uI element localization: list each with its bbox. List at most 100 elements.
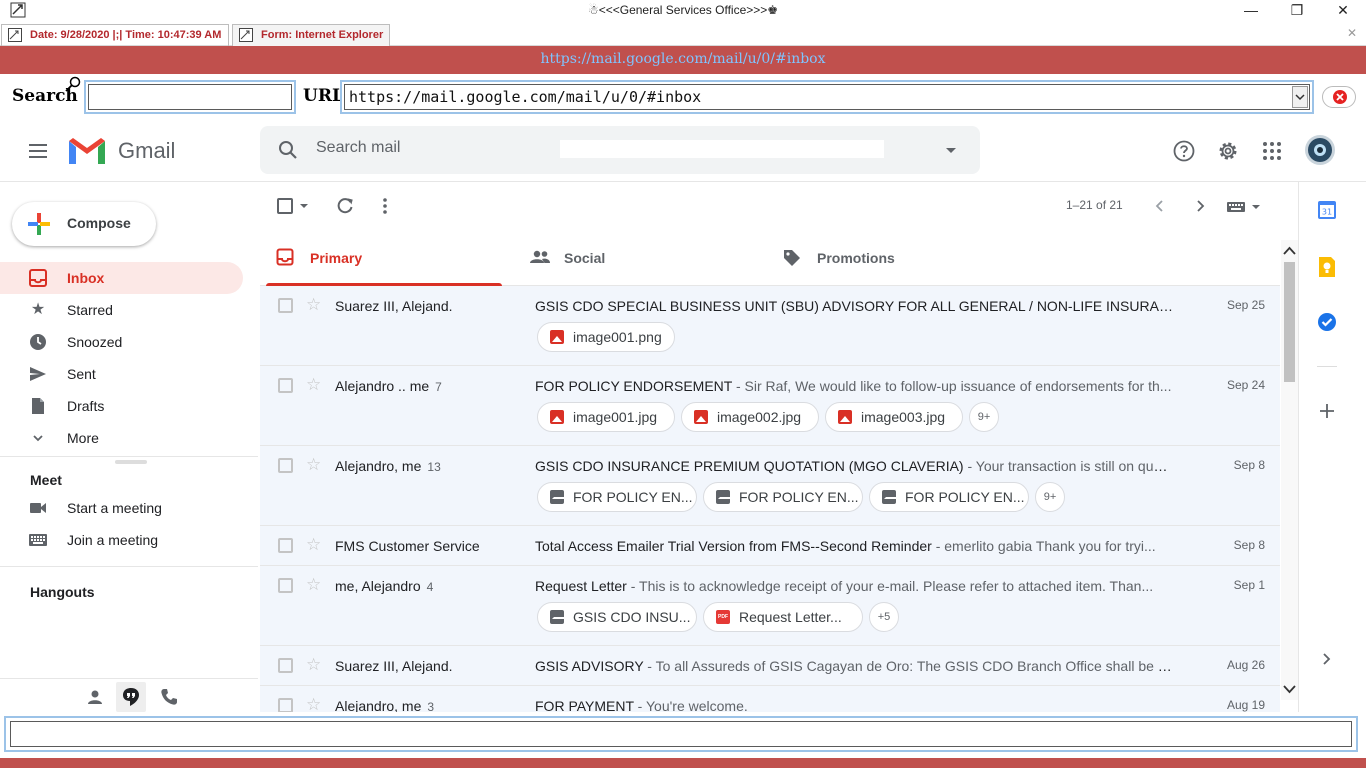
- attachment-chip[interactable]: image001.png: [537, 322, 675, 352]
- email-row[interactable]: ☆ Alejandro, me 13 GSIS CDO INSURANCE PREMI…: [260, 446, 1280, 526]
- image-file-icon: [694, 410, 708, 424]
- email-date: Sep 8: [1233, 538, 1265, 552]
- search-icon[interactable]: [278, 140, 298, 160]
- attachment-chip[interactable]: FOR POLICY EN...: [703, 482, 863, 512]
- tab-social[interactable]: Social: [513, 230, 753, 286]
- contacts-person-icon[interactable]: [86, 688, 104, 706]
- email-subject-line: FOR PAYMENT - You're welcome.: [535, 698, 1175, 712]
- scroll-down-arrow-icon[interactable]: [1281, 682, 1298, 696]
- resize-handle[interactable]: [115, 460, 147, 464]
- attachment-chip[interactable]: FOR POLICY EN...: [537, 482, 697, 512]
- star-outline-icon[interactable]: ☆: [306, 295, 321, 315]
- join-meeting-item[interactable]: Join a meeting: [0, 524, 243, 556]
- email-snippet: - Sir Raf, We would like to follow-up is…: [732, 378, 1172, 394]
- search-placeholder[interactable]: Search mail: [316, 139, 400, 157]
- settings-gear-icon[interactable]: [1216, 139, 1240, 163]
- row-checkbox[interactable]: [278, 538, 293, 553]
- account-avatar[interactable]: [1304, 134, 1336, 166]
- tab-promotions[interactable]: Promotions: [766, 230, 1006, 286]
- nav-label: More: [67, 430, 99, 446]
- url-combobox[interactable]: https://mail.google.com/mail/u/0/#inbox: [340, 80, 1314, 114]
- people-icon: [529, 248, 550, 268]
- refresh-icon[interactable]: [335, 196, 355, 216]
- close-window-button[interactable]: ✕: [1320, 0, 1366, 22]
- mail-search-box[interactable]: Search mail: [260, 126, 980, 174]
- search-input[interactable]: [84, 80, 296, 114]
- select-all-checkbox[interactable]: [277, 198, 293, 214]
- apps-grid-icon[interactable]: [1262, 141, 1282, 161]
- help-icon[interactable]: [1172, 139, 1196, 163]
- search-options-icon[interactable]: [944, 146, 958, 156]
- attachment-chip[interactable]: PDF Request Letter...: [703, 602, 863, 632]
- minimize-button[interactable]: —: [1228, 0, 1274, 22]
- row-checkbox[interactable]: [278, 378, 293, 393]
- nav-drafts[interactable]: Drafts: [0, 390, 243, 422]
- star-outline-icon[interactable]: ☆: [306, 575, 321, 595]
- tab-form-ie[interactable]: Form: Internet Explorer: [232, 24, 390, 46]
- email-row[interactable]: ☆ Suarez III, Alejand. GSIS CDO SPECIAL BU…: [260, 286, 1280, 366]
- hangouts-chat-icon[interactable]: [116, 682, 146, 712]
- url-field[interactable]: https://mail.google.com/mail/u/0/#inbox: [344, 84, 1310, 110]
- attachment-chip[interactable]: image002.jpg: [681, 402, 819, 432]
- nav-inbox[interactable]: Inbox: [0, 262, 243, 294]
- mail-list-scrollbar[interactable]: [1281, 240, 1298, 700]
- attachment-chip[interactable]: image001.jpg: [537, 402, 675, 432]
- more-attachments-badge[interactable]: 9+: [969, 402, 999, 432]
- more-attachments-badge[interactable]: +5: [869, 602, 899, 632]
- bottom-input-box[interactable]: [4, 716, 1358, 752]
- email-row[interactable]: ☆ Alejandro .. me 7 FOR POLICY ENDORSEMENT …: [260, 366, 1280, 446]
- attachment-chip[interactable]: image003.jpg: [825, 402, 963, 432]
- search-text-field[interactable]: [560, 140, 884, 158]
- phone-icon[interactable]: [160, 688, 178, 706]
- compose-button[interactable]: Compose: [12, 202, 156, 246]
- start-meeting-item[interactable]: Start a meeting: [0, 492, 243, 524]
- calendar-icon[interactable]: 31: [1317, 200, 1337, 220]
- email-row[interactable]: ☆ me, Alejandro 4 Request Letter - This is …: [260, 566, 1280, 646]
- nav-more[interactable]: More: [0, 422, 243, 454]
- add-addon-plus-icon[interactable]: [1318, 402, 1336, 420]
- tab-datetime[interactable]: Date: 9/28/2020 |;| Time: 10:47:39 AM: [1, 24, 229, 46]
- nav-label: Starred: [67, 302, 113, 318]
- star-outline-icon[interactable]: ☆: [306, 375, 321, 395]
- restore-button[interactable]: ❐: [1274, 0, 1320, 22]
- email-date: Sep 8: [1233, 458, 1265, 472]
- tab-close-icon[interactable]: ✕: [1347, 26, 1357, 40]
- star-outline-icon[interactable]: ☆: [306, 695, 321, 712]
- email-row[interactable]: ☆ Suarez III, Alejand. GSIS ADVISORY - To …: [260, 646, 1280, 686]
- tab-primary[interactable]: Primary: [260, 230, 502, 286]
- main-menu-icon[interactable]: [28, 142, 50, 160]
- url-dropdown-button[interactable]: [1292, 86, 1308, 108]
- keep-bulb-icon[interactable]: [1317, 256, 1337, 278]
- more-attachments-badge[interactable]: 9+: [1035, 482, 1065, 512]
- scrollbar-thumb[interactable]: [1284, 262, 1295, 382]
- star-outline-icon[interactable]: ☆: [306, 655, 321, 675]
- attachment-chip[interactable]: FOR POLICY EN...: [869, 482, 1029, 512]
- scroll-up-arrow-icon[interactable]: [1281, 244, 1298, 258]
- star-outline-icon[interactable]: ☆: [306, 455, 321, 475]
- row-checkbox[interactable]: [278, 658, 293, 673]
- stop-button[interactable]: [1322, 86, 1356, 108]
- attachment-chip[interactable]: GSIS CDO INSU...: [537, 602, 697, 632]
- chevron-right-icon[interactable]: [1192, 196, 1208, 216]
- nav-snoozed[interactable]: Snoozed: [0, 326, 243, 358]
- row-checkbox[interactable]: [278, 698, 293, 712]
- select-dropdown-icon[interactable]: [299, 202, 309, 210]
- nav-sent[interactable]: Sent: [0, 358, 243, 390]
- bottom-input[interactable]: [10, 721, 1352, 747]
- attachment-name: image001.png: [573, 329, 662, 345]
- row-checkbox[interactable]: [278, 298, 293, 313]
- gmail-logo-icon[interactable]: [68, 136, 106, 166]
- chevron-left-icon[interactable]: [1152, 196, 1168, 216]
- email-row[interactable]: ☆ Alejandro, me 3 FOR PAYMENT - You're welc…: [260, 686, 1280, 712]
- row-checkbox[interactable]: [278, 578, 293, 593]
- row-checkbox[interactable]: [278, 458, 293, 473]
- input-tools-keyboard-icon[interactable]: [1226, 200, 1262, 214]
- pagination-text: 1–21 of 21: [1066, 198, 1123, 212]
- expand-panel-chevron-icon[interactable]: [1319, 650, 1335, 668]
- tasks-check-icon[interactable]: [1317, 312, 1337, 332]
- more-vert-icon[interactable]: [375, 196, 395, 216]
- nav-starred[interactable]: ★ Starred: [0, 294, 243, 326]
- email-row[interactable]: ☆ FMS Customer Service Total Access Emaile…: [260, 526, 1280, 566]
- nav-label: Snoozed: [67, 334, 123, 350]
- star-outline-icon[interactable]: ☆: [306, 535, 321, 555]
